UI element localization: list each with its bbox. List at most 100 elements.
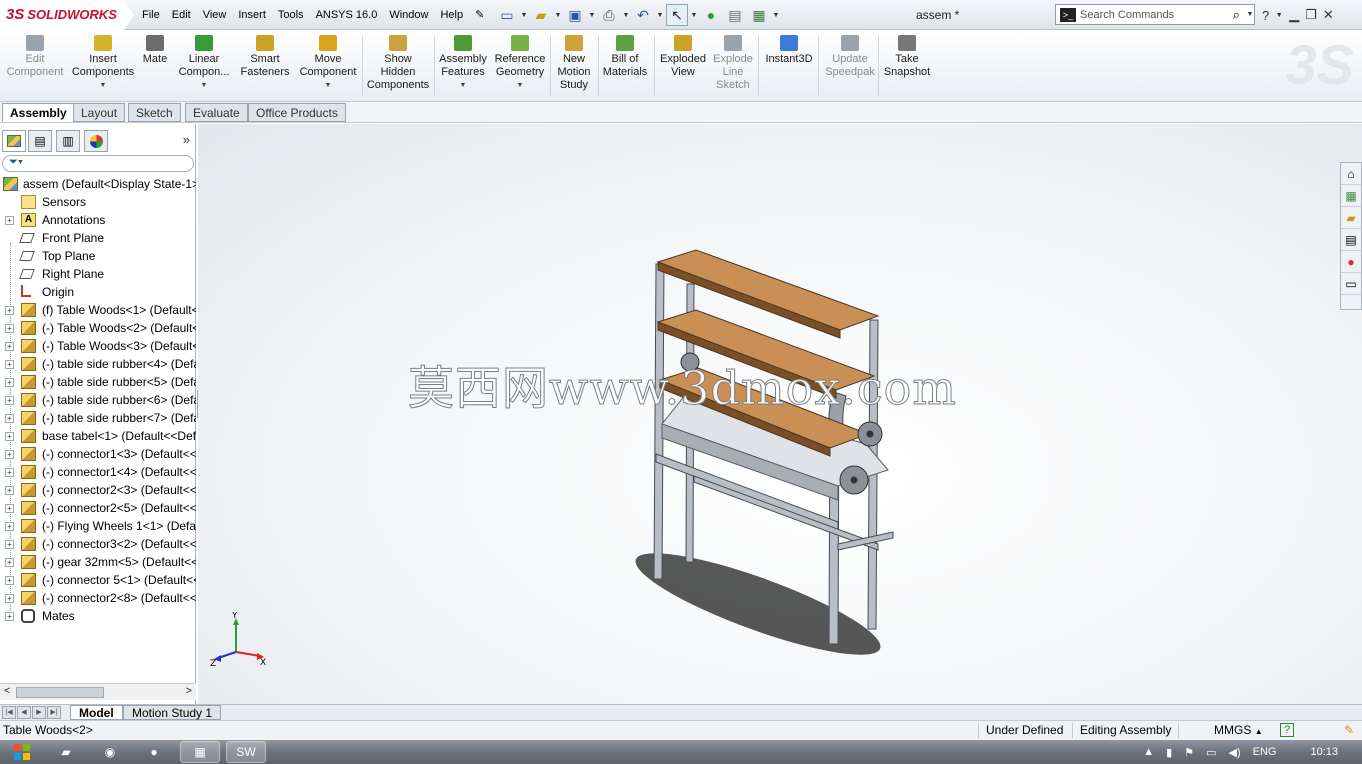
edit-component-button[interactable]: Edit Component bbox=[4, 33, 66, 101]
exploded-view-button[interactable]: Exploded View bbox=[656, 33, 710, 101]
expand-icon[interactable]: + bbox=[5, 432, 14, 441]
explode-line-button[interactable]: Explode Line Sketch bbox=[710, 33, 756, 101]
tab-sketch[interactable]: Sketch bbox=[128, 103, 181, 122]
expand-icon[interactable]: + bbox=[5, 216, 14, 225]
solidworks-logo[interactable]: 3S SOLIDWORKS bbox=[0, 0, 134, 30]
power-icon[interactable]: ▭ bbox=[1206, 746, 1216, 759]
scroll-right-icon[interactable]: > bbox=[186, 685, 192, 697]
menu-insert[interactable]: Insert bbox=[232, 0, 272, 30]
restore-icon[interactable]: ❐ bbox=[1305, 7, 1317, 23]
help-dropdown-icon[interactable]: ▼ bbox=[1275, 12, 1283, 19]
tree-item[interactable]: + (-) Table Woods<3> (Default<<Default>_D… bbox=[0, 337, 196, 355]
first-tab-icon[interactable]: |◀ bbox=[2, 706, 16, 719]
command-dropdown-icon[interactable]: ▼ bbox=[298, 79, 358, 92]
tree-item[interactable]: Front Plane bbox=[0, 229, 196, 247]
select-arrow-icon[interactable]: ↖ bbox=[666, 4, 688, 26]
menu-window[interactable]: Window bbox=[383, 0, 434, 30]
menu-ansys[interactable]: ANSYS 16.0 bbox=[310, 0, 384, 30]
tree-item[interactable]: + base tabel<1> (Default<<Default>_Displa… bbox=[0, 427, 196, 445]
tree-item[interactable]: + (-) connector2<3> (Default<<Default>_Di… bbox=[0, 481, 196, 499]
network-icon[interactable]: ▮ bbox=[1166, 746, 1172, 759]
expand-icon[interactable]: + bbox=[5, 360, 14, 369]
open-folder-icon[interactable]: ▰ bbox=[530, 4, 552, 26]
new-document-icon[interactable]: ▭ bbox=[496, 4, 518, 26]
select-dropdown-icon[interactable]: ▼ bbox=[690, 12, 698, 19]
tree-item[interactable]: + (-) connector3<2> (Default<<Default>_Di… bbox=[0, 535, 196, 553]
tree-item[interactable]: + (-) Flying Wheels 1<1> (Default<<Defaul… bbox=[0, 517, 196, 535]
expand-icon[interactable]: + bbox=[5, 522, 14, 531]
tree-item[interactable]: + (-) gear 32mm<5> (Default<<Default>_Dis… bbox=[0, 553, 196, 571]
tree-item[interactable]: + (-) Table Woods<2> (Default<<Default>_D… bbox=[0, 319, 196, 337]
menu-help[interactable]: Help bbox=[434, 0, 469, 30]
tree-item[interactable]: Right Plane bbox=[0, 265, 196, 283]
command-dropdown-icon[interactable]: ▼ bbox=[176, 79, 232, 92]
command-dropdown-icon[interactable]: ▼ bbox=[492, 79, 548, 92]
view-palette-icon[interactable]: ▤ bbox=[1341, 229, 1361, 251]
help-icon[interactable]: ? bbox=[1262, 8, 1269, 23]
expand-icon[interactable]: + bbox=[5, 306, 14, 315]
tab-office-products[interactable]: Office Products bbox=[248, 103, 346, 122]
design-library-icon[interactable]: ▦ bbox=[1341, 185, 1361, 207]
save-icon[interactable]: ▣ bbox=[564, 4, 586, 26]
property-manager-tab-icon[interactable]: ▤ bbox=[28, 130, 52, 152]
tree-horizontal-scrollbar[interactable]: < > bbox=[0, 683, 196, 700]
prev-tab-icon[interactable]: ◀ bbox=[17, 706, 31, 719]
configuration-manager-tab-icon[interactable]: ▥ bbox=[56, 130, 80, 152]
instant3d-button[interactable]: Instant3D bbox=[762, 33, 816, 101]
options-dropdown-icon[interactable]: ▼ bbox=[772, 12, 780, 19]
help-status-icon[interactable]: ? bbox=[1280, 723, 1294, 737]
feature-manager-tab-icon[interactable] bbox=[2, 130, 26, 152]
last-tab-icon[interactable]: ▶| bbox=[47, 706, 61, 719]
menu-tools[interactable]: Tools bbox=[272, 0, 310, 30]
tree-root-assembly[interactable]: assem (Default<Display State-1>) bbox=[0, 175, 196, 193]
menu-view[interactable]: View bbox=[197, 0, 233, 30]
show-hidden-button[interactable]: Show Hidden Components bbox=[364, 33, 432, 101]
media-taskbar-icon[interactable]: ◉ bbox=[90, 741, 130, 763]
file-explorer-icon[interactable]: ▰ bbox=[1341, 207, 1361, 229]
command-dropdown-icon[interactable]: ▼ bbox=[438, 79, 488, 92]
clock[interactable]: 10:13 bbox=[1310, 746, 1338, 758]
tree-filter-input[interactable]: ⏷▾ bbox=[2, 155, 194, 172]
pin-icon[interactable]: ✎ bbox=[469, 0, 490, 30]
tree-item[interactable]: + A Annotations bbox=[0, 211, 196, 229]
flag-icon[interactable]: ⚑ bbox=[1184, 746, 1194, 759]
snapshot-button[interactable]: Take Snapshot bbox=[880, 33, 934, 101]
scroll-left-icon[interactable]: < bbox=[4, 685, 10, 697]
motion-study-button[interactable]: New Motion Study bbox=[556, 33, 592, 101]
move-component-button[interactable]: Move Component ▼ bbox=[298, 33, 358, 101]
speedpak-button[interactable]: Update Speedpak bbox=[822, 33, 878, 101]
expand-icon[interactable]: + bbox=[5, 396, 14, 405]
units-selector[interactable]: MMGS ▲ bbox=[1214, 721, 1263, 741]
new-dropdown-icon[interactable]: ▼ bbox=[520, 12, 528, 19]
expand-icon[interactable]: + bbox=[5, 504, 14, 513]
expand-icon[interactable]: + bbox=[5, 414, 14, 423]
tab-motion-study-1[interactable]: Motion Study 1 bbox=[123, 705, 222, 720]
menu-file[interactable]: File bbox=[136, 0, 166, 30]
search-dropdown-icon[interactable]: ▼ bbox=[1246, 11, 1254, 18]
solidworks-taskbar-icon[interactable]: SW bbox=[226, 741, 266, 763]
reference-geometry-button[interactable]: Reference Geometry ▼ bbox=[492, 33, 548, 101]
tree-item[interactable]: Origin bbox=[0, 283, 196, 301]
tab-evaluate[interactable]: Evaluate bbox=[185, 103, 248, 122]
tree-item[interactable]: + (-) table side rubber<7> (Default<<Defa… bbox=[0, 409, 196, 427]
save-dropdown-icon[interactable]: ▼ bbox=[588, 12, 596, 19]
close-icon[interactable]: ✕ bbox=[1323, 7, 1334, 23]
tree-item[interactable]: Top Plane bbox=[0, 247, 196, 265]
tree-item[interactable]: + (-) connector2<8> (Default<<Default>_Di… bbox=[0, 589, 196, 607]
tree-item[interactable]: + (-) table side rubber<6> (Default<<Defa… bbox=[0, 391, 196, 409]
rebuild-icon[interactable]: ● bbox=[700, 4, 722, 26]
expand-icon[interactable]: + bbox=[5, 576, 14, 585]
tree-item[interactable]: + (-) connector1<4> (Default<<Default>_Di… bbox=[0, 463, 196, 481]
menu-edit[interactable]: Edit bbox=[166, 0, 197, 30]
open-dropdown-icon[interactable]: ▼ bbox=[554, 12, 562, 19]
firefox-taskbar-icon[interactable]: ● bbox=[134, 741, 174, 763]
appearances-icon[interactable]: ● bbox=[1341, 251, 1361, 273]
undo-icon[interactable]: ↶ bbox=[632, 4, 654, 26]
home-icon[interactable]: ⌂ bbox=[1341, 163, 1361, 185]
next-tab-icon[interactable]: ▶ bbox=[32, 706, 46, 719]
tree-item[interactable]: + (-) table side rubber<4> (Default<<Defa… bbox=[0, 355, 196, 373]
graphics-area[interactable]: 莫西网www.3dmox.com ⌕ ⌕ ↘ ▥ ❒ ◧ ∞ ● ◐ ▤ ◫ ◫… bbox=[198, 124, 1362, 704]
file-properties-icon[interactable]: ▤ bbox=[724, 4, 746, 26]
custom-properties-icon[interactable]: ▭ bbox=[1341, 273, 1361, 295]
display-manager-tab-icon[interactable] bbox=[84, 130, 108, 152]
